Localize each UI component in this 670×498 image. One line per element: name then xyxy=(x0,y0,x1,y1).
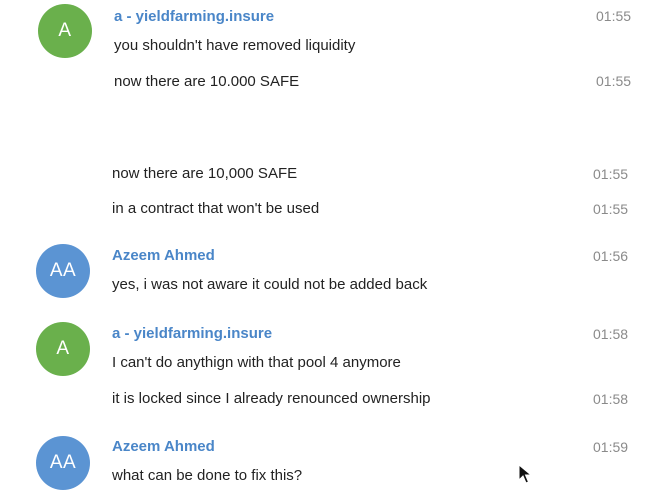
sender-name[interactable]: a - yieldfarming.insure xyxy=(112,325,272,342)
message-text: I can't do anythign with that pool 4 any… xyxy=(112,354,401,371)
message-text: now there are 10,000 SAFE xyxy=(112,165,298,182)
message-text: you shouldn't have removed liquidity xyxy=(114,37,356,54)
message-timestamp: 01:55 xyxy=(593,166,629,182)
message-timestamp: 01:55 xyxy=(596,8,632,24)
avatar[interactable]: AA xyxy=(36,244,90,298)
message-text: it is locked since I already renounced o… xyxy=(112,390,431,407)
sender-name[interactable]: Azeem Ahmed xyxy=(112,438,215,455)
message-text: yes, i was not aware it could not be add… xyxy=(112,276,428,293)
avatar[interactable]: A xyxy=(36,322,90,376)
message-text: in a contract that won't be used xyxy=(112,200,320,217)
message-text: now there are 10.000 SAFE xyxy=(114,73,300,90)
message-text: what can be done to fix this? xyxy=(112,467,303,484)
message-timestamp: 01:58 xyxy=(593,391,629,407)
sender-name[interactable]: a - yieldfarming.insure xyxy=(114,8,274,25)
message-timestamp: 01:55 xyxy=(593,201,629,217)
avatar[interactable]: A xyxy=(38,4,92,58)
message-timestamp: 01:58 xyxy=(593,326,629,342)
mouse-pointer-icon xyxy=(518,464,532,484)
message-timestamp: 01:59 xyxy=(593,439,629,455)
sender-name[interactable]: Azeem Ahmed xyxy=(112,247,215,264)
message-timestamp: 01:55 xyxy=(596,73,632,89)
avatar[interactable]: AA xyxy=(36,436,90,490)
message-timestamp: 01:56 xyxy=(593,248,629,264)
